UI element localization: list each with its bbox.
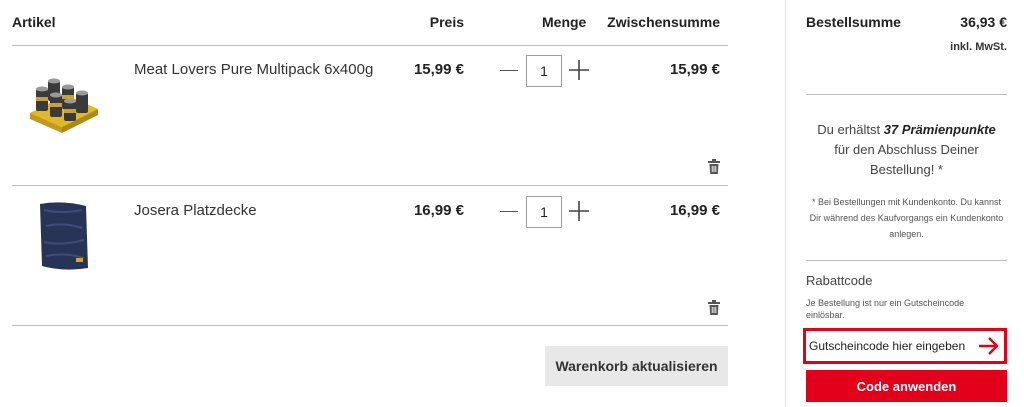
product-name[interactable]: Josera Platzdecke <box>134 202 257 219</box>
minus-icon <box>500 70 518 71</box>
minus-icon <box>500 211 518 212</box>
dog-blanket-image <box>40 202 88 270</box>
column-header-subtotal: Zwischensumme <box>607 14 720 30</box>
apply-code-button[interactable]: Code anwenden <box>806 370 1007 402</box>
product-price: 16,99 € <box>413 202 464 219</box>
vat-note: inkl. MwSt. <box>950 41 1007 53</box>
column-header-quantity: Menge <box>542 14 587 30</box>
trash-icon[interactable] <box>707 159 721 175</box>
coupon-field <box>803 328 1007 364</box>
cart-row: Meat Lovers Pure Multipack 6x400g 15,99 … <box>12 45 728 185</box>
points-footnote: * Bei Bestellungen mit Kundenkonto. Du k… <box>809 197 1004 239</box>
order-total-label: Bestellsumme <box>806 14 901 30</box>
coupon-title: Rabattcode <box>806 273 873 288</box>
plus-icon[interactable] <box>568 59 590 81</box>
points-prefix: Du erhältst <box>817 122 881 137</box>
cart-table: Artikel Preis Menge Zwischensumme Meat L… <box>12 0 728 407</box>
row-subtotal: 15,99 € <box>669 61 720 78</box>
quantity-input[interactable] <box>526 55 562 87</box>
update-cart-button[interactable]: Warenkorb aktualisieren <box>545 346 728 386</box>
points-suffix: für den Abschluss Deiner Bestellung! * <box>834 142 979 177</box>
cans-multipack-image <box>30 78 98 133</box>
trash-icon[interactable] <box>707 300 721 316</box>
plus-icon[interactable] <box>568 200 590 222</box>
coupon-note: Je Bestellung ist nur ein Gutscheincode … <box>806 298 965 320</box>
decrease-quantity-button[interactable] <box>496 59 522 83</box>
row-subtotal: 16,99 € <box>669 202 720 219</box>
summary-divider <box>806 260 1007 261</box>
column-header-article: Artikel <box>12 14 56 30</box>
quantity-input[interactable] <box>526 196 562 228</box>
coupon-input[interactable] <box>809 334 977 358</box>
reward-points-message: Du erhältst 37 Prämienpunkte für den Abs… <box>806 120 1007 180</box>
cart-row: Josera Platzdecke 16,99 € 16,99 € <box>12 186 728 326</box>
decrease-quantity-button[interactable] <box>496 200 522 224</box>
order-total-value: 36,93 € <box>960 14 1007 30</box>
product-price: 15,99 € <box>413 61 464 78</box>
summary-divider <box>806 94 1007 95</box>
sidebar-divider <box>785 0 786 407</box>
row-divider <box>12 325 728 326</box>
arrow-right-icon[interactable] <box>978 336 1000 356</box>
product-name[interactable]: Meat Lovers Pure Multipack 6x400g <box>134 61 373 78</box>
order-summary: Bestellsumme 36,93 € inkl. MwSt. Du erhä… <box>803 0 1007 407</box>
points-amount: 37 Prämienpunkte <box>883 122 996 137</box>
column-header-price: Preis <box>429 14 464 30</box>
